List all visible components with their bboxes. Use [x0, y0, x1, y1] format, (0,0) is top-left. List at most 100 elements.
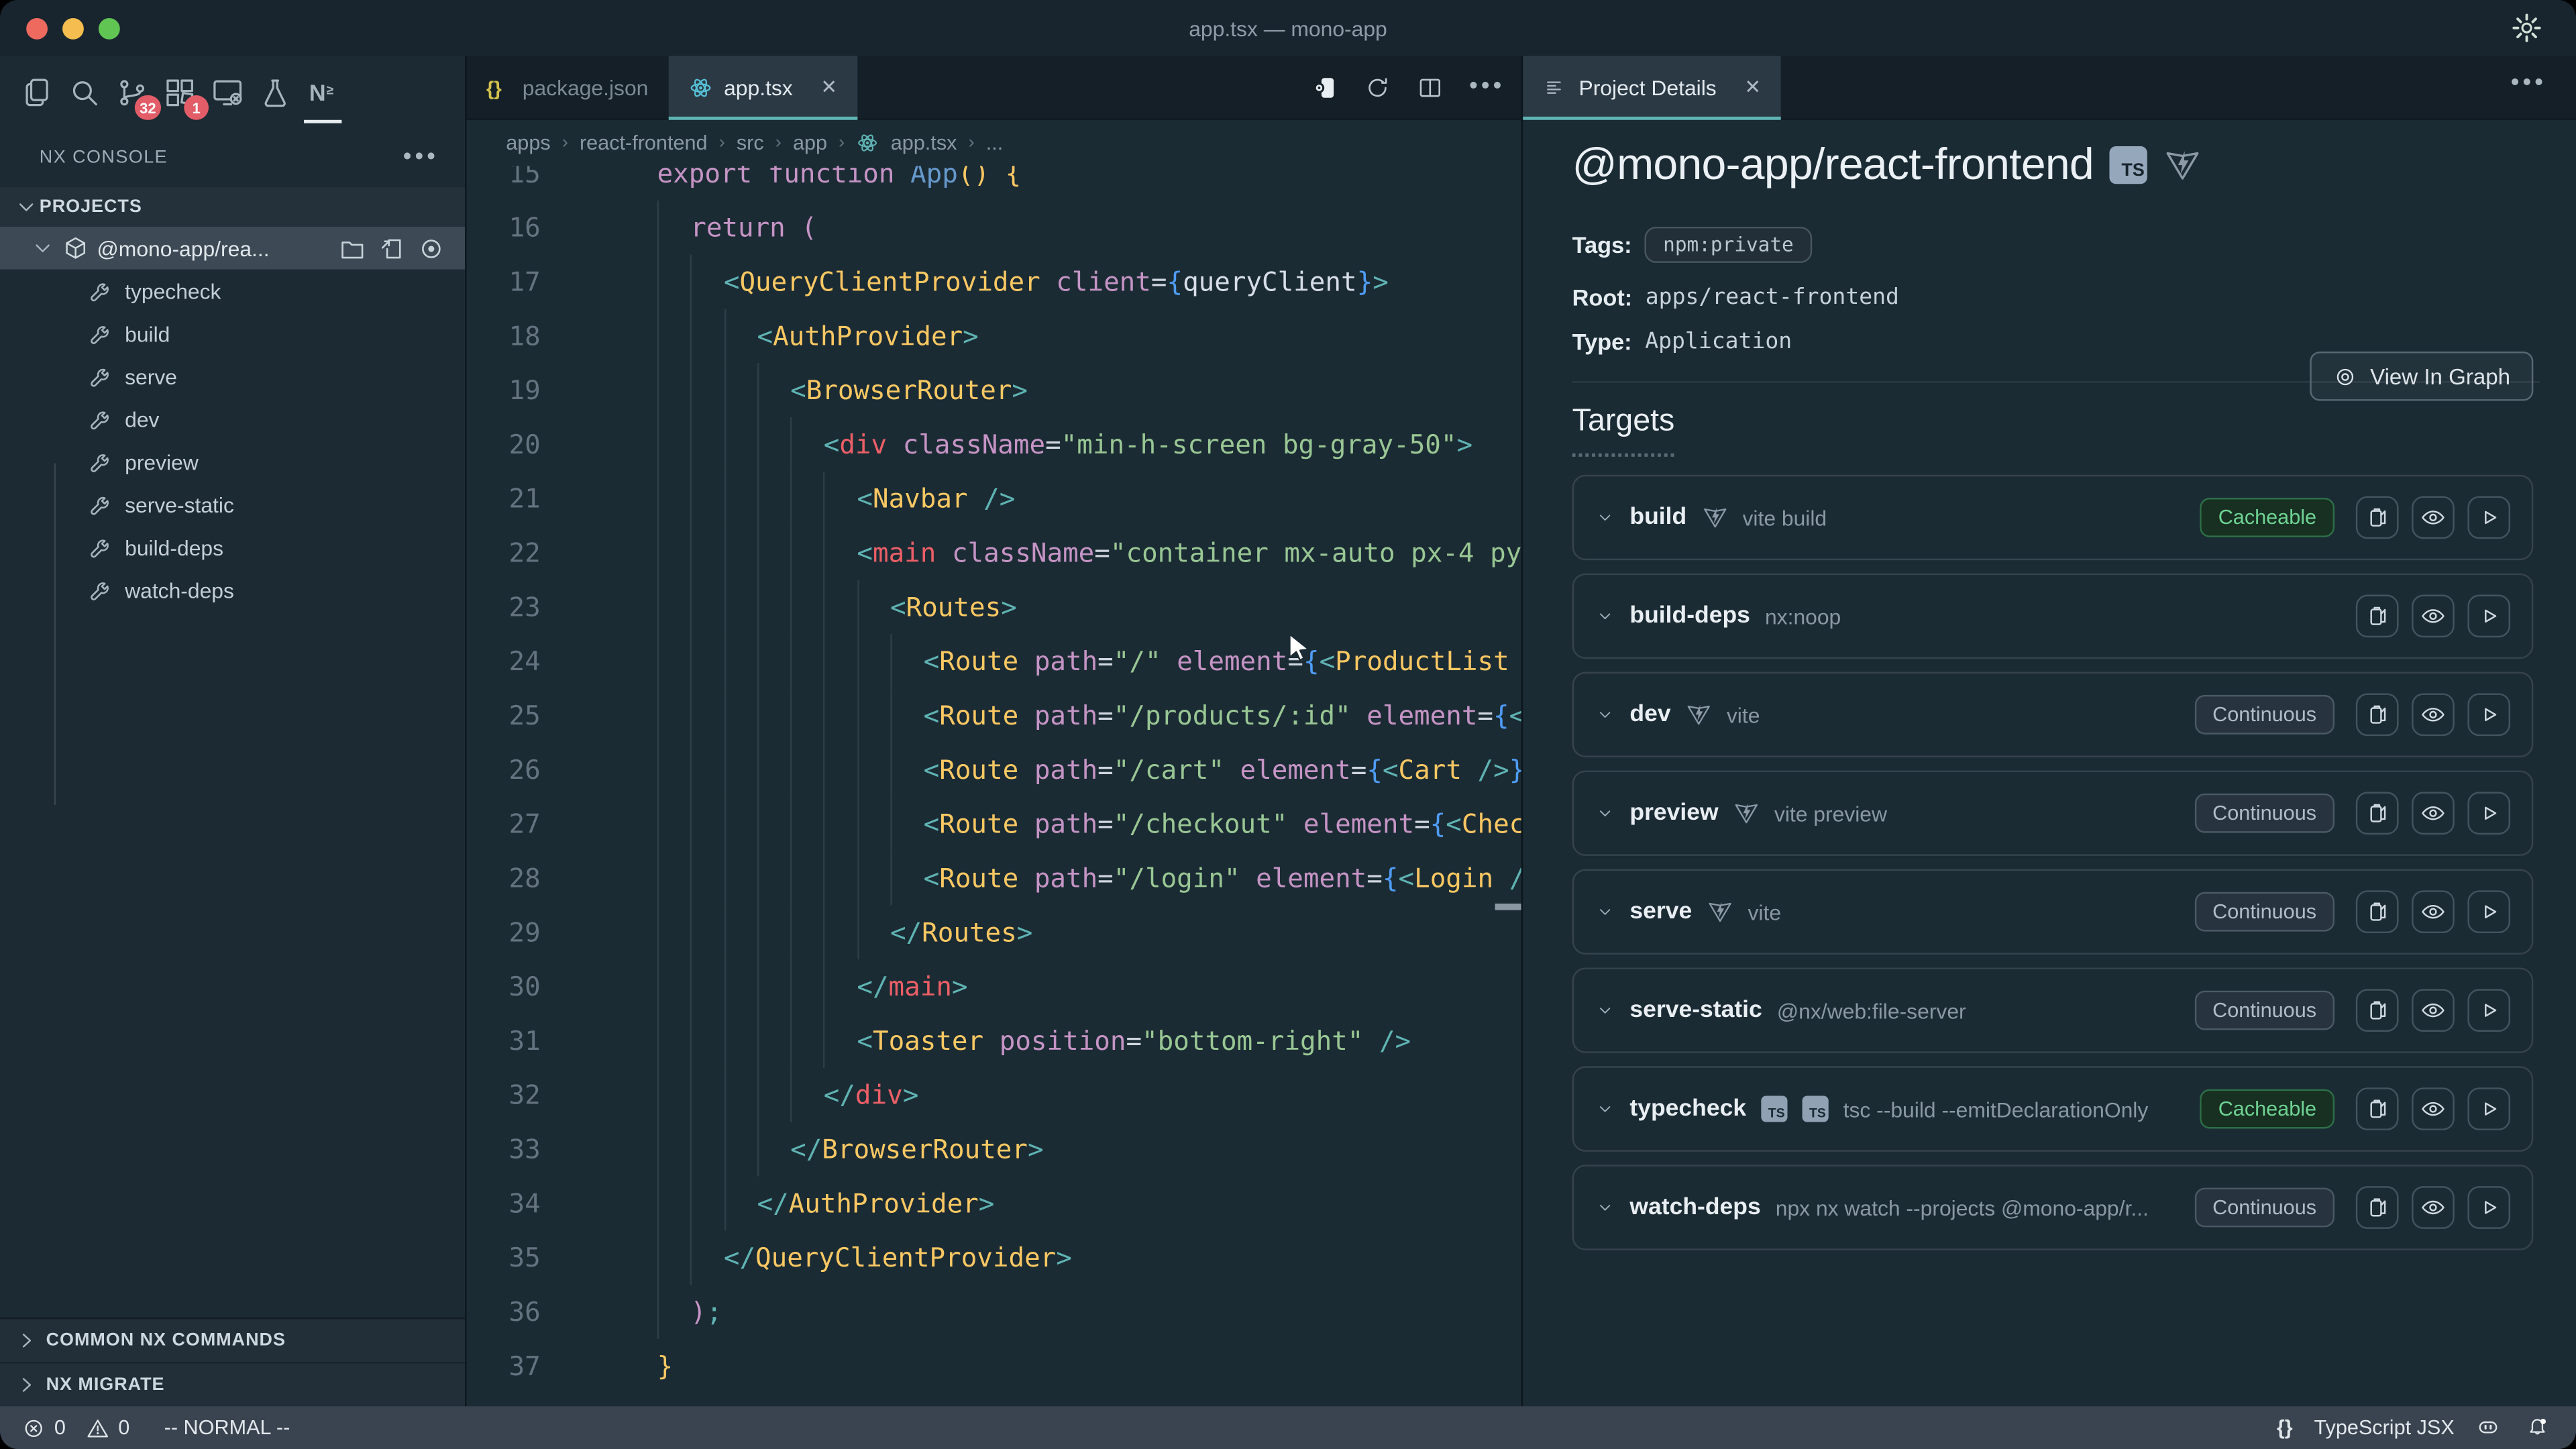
- code-editor[interactable]: 15 export function App() { 16 return ( 1…: [467, 166, 1521, 1406]
- tree-item-typecheck[interactable]: typecheck: [0, 270, 465, 313]
- tree-item-serve[interactable]: serve: [0, 355, 465, 398]
- target-card-typecheck[interactable]: typecheck TSTS tsc --build --emitDeclara…: [1572, 1066, 2534, 1151]
- run-target-icon[interactable]: [2467, 693, 2510, 736]
- copy-task-icon[interactable]: [2356, 1186, 2399, 1229]
- scrollbar-thumb[interactable]: [1495, 904, 1521, 910]
- breadcrumb-item[interactable]: react-frontend: [580, 131, 708, 154]
- run-target-icon[interactable]: [2467, 792, 2510, 835]
- folder-icon[interactable]: [338, 234, 366, 262]
- code-line-27: 27 <Route path="/checkout" element={<Che…: [467, 797, 1521, 851]
- breadcrumb-item[interactable]: app: [793, 131, 827, 154]
- run-target-icon[interactable]: [2467, 1087, 2510, 1130]
- copy-task-icon[interactable]: [2356, 989, 2399, 1032]
- line-number: 35: [467, 1230, 569, 1285]
- type-value: Application: [1645, 329, 1792, 355]
- tree-item-build-deps[interactable]: build-deps: [0, 526, 465, 569]
- tab-project-details[interactable]: Project Details ✕: [1523, 56, 1780, 118]
- gear-icon[interactable]: [2510, 11, 2543, 44]
- warning-count[interactable]: 0: [118, 1416, 129, 1439]
- view-target-icon[interactable]: [2412, 890, 2455, 933]
- open-project-details-icon[interactable]: [1311, 73, 1340, 101]
- run-target-icon[interactable]: [2467, 890, 2510, 933]
- chevron-down-icon[interactable]: [1595, 902, 1615, 921]
- tree-item-project[interactable]: @mono-app/rea...: [0, 227, 465, 270]
- chevron-down-icon[interactable]: [1595, 606, 1615, 626]
- common-nx-commands-section[interactable]: COMMON NX COMMANDS: [0, 1320, 465, 1364]
- tab-app-tsx[interactable]: app.tsx ✕: [668, 56, 857, 118]
- refresh-icon[interactable]: [1364, 73, 1392, 101]
- code-line-19: 19 <BrowserRouter>: [467, 363, 1521, 417]
- maximize-window-button[interactable]: [99, 18, 120, 40]
- code-line-18: 18 <AuthProvider>: [467, 309, 1521, 363]
- breadcrumb-item[interactable]: apps: [506, 131, 550, 154]
- bell-icon[interactable]: [2525, 1413, 2553, 1442]
- chevron-down-icon[interactable]: [1595, 508, 1615, 527]
- focus-target-icon[interactable]: [417, 234, 445, 262]
- sidebar-more-icon[interactable]: •••: [403, 150, 439, 166]
- view-target-icon[interactable]: [2412, 595, 2455, 638]
- copy-task-icon[interactable]: [2356, 693, 2399, 736]
- target-card-serve-static[interactable]: serve-static @nx/web:file-server Continu…: [1572, 967, 2534, 1053]
- target-card-preview[interactable]: preview vite preview Continuous: [1572, 771, 2534, 856]
- language-indicator[interactable]: TypeScript JSX: [2314, 1416, 2455, 1439]
- close-tab-icon[interactable]: ✕: [820, 76, 837, 99]
- view-target-icon[interactable]: [2412, 792, 2455, 835]
- tree-item-watch-deps[interactable]: watch-deps: [0, 568, 465, 611]
- explorer-icon[interactable]: [13, 59, 61, 125]
- open-config-icon[interactable]: [378, 234, 406, 262]
- split-editor-icon[interactable]: [1417, 73, 1445, 101]
- copilot-icon[interactable]: [2476, 1413, 2504, 1442]
- tree-item-serve-static[interactable]: serve-static: [0, 483, 465, 526]
- breadcrumb-item[interactable]: app.tsx: [891, 131, 957, 154]
- copy-task-icon[interactable]: [2356, 595, 2399, 638]
- view-target-icon[interactable]: [2412, 1186, 2455, 1229]
- copy-task-icon[interactable]: [2356, 792, 2399, 835]
- target-card-build-deps[interactable]: build-deps nx:noop: [1572, 574, 2534, 659]
- extensions-icon[interactable]: 1: [156, 59, 204, 125]
- wrench-icon: [87, 533, 115, 561]
- view-target-icon[interactable]: [2412, 693, 2455, 736]
- run-target-icon[interactable]: [2467, 496, 2510, 539]
- view-target-icon[interactable]: [2412, 496, 2455, 539]
- view-in-graph-button[interactable]: View In Graph: [2310, 352, 2534, 400]
- view-target-icon[interactable]: [2412, 989, 2455, 1032]
- testing-icon[interactable]: [252, 59, 299, 125]
- tree-item-build[interactable]: build: [0, 312, 465, 355]
- minimize-window-button[interactable]: [62, 18, 84, 40]
- run-target-icon[interactable]: [2467, 595, 2510, 638]
- view-target-icon[interactable]: [2412, 1087, 2455, 1130]
- errors-icon[interactable]: [21, 1415, 46, 1440]
- tree-item-preview[interactable]: preview: [0, 440, 465, 483]
- run-target-icon[interactable]: [2467, 989, 2510, 1032]
- run-target-icon[interactable]: [2467, 1186, 2510, 1229]
- projects-section-header[interactable]: PROJECTS: [0, 187, 465, 227]
- chevron-down-icon[interactable]: [1595, 1099, 1615, 1118]
- close-window-button[interactable]: [26, 18, 48, 40]
- panel-more-icon[interactable]: •••: [2511, 76, 2546, 92]
- target-card-dev[interactable]: dev vite Continuous: [1572, 672, 2534, 757]
- target-card-serve[interactable]: serve vite Continuous: [1572, 869, 2534, 955]
- chevron-down-icon[interactable]: [1595, 705, 1615, 724]
- nx-migrate-section[interactable]: NX MIGRATE: [0, 1364, 465, 1407]
- tree-item-dev[interactable]: dev: [0, 398, 465, 441]
- error-count[interactable]: 0: [54, 1416, 66, 1439]
- close-tab-icon[interactable]: ✕: [1744, 76, 1761, 99]
- copy-task-icon[interactable]: [2356, 890, 2399, 933]
- nx-console-icon[interactable]: N≥: [299, 59, 347, 125]
- target-card-build[interactable]: build vite build Cacheable: [1572, 475, 2534, 560]
- copy-task-icon[interactable]: [2356, 496, 2399, 539]
- editor-more-icon[interactable]: •••: [1469, 79, 1505, 95]
- source-control-icon[interactable]: 32: [109, 59, 156, 125]
- react-file-icon: [688, 74, 712, 99]
- target-card-watch-deps[interactable]: watch-deps npx nx watch --projects @mono…: [1572, 1165, 2534, 1250]
- copy-task-icon[interactable]: [2356, 1087, 2399, 1130]
- breadcrumb-item[interactable]: src: [737, 131, 764, 154]
- chevron-down-icon[interactable]: [1595, 1197, 1615, 1217]
- chevron-down-icon[interactable]: [1595, 1000, 1615, 1020]
- tab-package-json[interactable]: {} package.json: [467, 56, 668, 118]
- breadcrumb-item[interactable]: ...: [986, 131, 1004, 154]
- remote-explorer-icon[interactable]: [204, 59, 252, 125]
- search-icon[interactable]: [61, 59, 109, 125]
- warnings-icon[interactable]: [85, 1415, 110, 1440]
- chevron-down-icon[interactable]: [1595, 804, 1615, 823]
